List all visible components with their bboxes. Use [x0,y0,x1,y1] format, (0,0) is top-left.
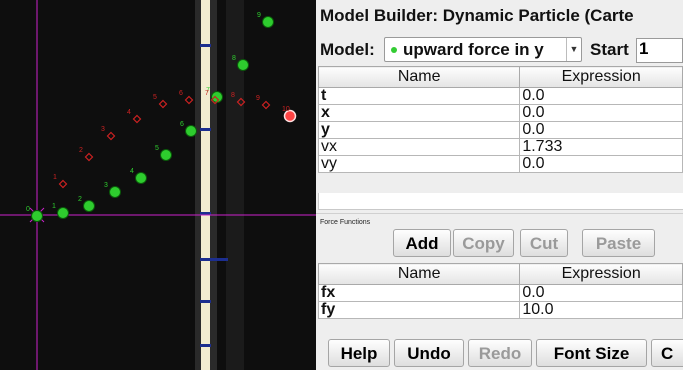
params-header-expression[interactable]: Expression [519,66,683,88]
track-point-label: 3 [104,182,108,189]
table-row[interactable]: vy 0.0 [317,155,683,173]
track-point-label: 1 [52,203,56,210]
param-name: vy [317,155,521,173]
param-expression[interactable]: 0.0 [519,121,683,139]
model-label: Model: [320,40,375,59]
model-point[interactable] [184,95,194,105]
start-frame-label: Start [590,40,629,59]
model-point[interactable] [58,179,68,189]
model-point-label: 4 [127,109,131,116]
model-point[interactable] [132,114,142,124]
table-row[interactable]: t 0.0 [317,87,683,105]
meter-tick [200,300,211,303]
undo-button[interactable]: Undo [394,339,464,367]
force-expression[interactable]: 10.0 [519,301,683,319]
copy-button[interactable]: Copy [453,229,514,257]
meter-tick [200,258,228,261]
table-row[interactable]: fx 0.0 [317,284,683,302]
param-expression[interactable]: 0.0 [519,104,683,122]
params-header-name[interactable]: Name [317,66,521,88]
model-dropdown-value: upward force in y [403,40,544,59]
track-point[interactable] [237,59,249,71]
model-point-label: 7 [205,90,209,97]
help-button[interactable]: Help [328,339,390,367]
model-builder-panel: Model Builder: Dynamic Particle (Carte M… [316,0,683,370]
param-name: y [317,121,521,139]
model-point[interactable] [106,131,116,141]
track-points[interactable]: 0 123456789123456 7 8 910 [26,12,297,222]
model-point-label: 2 [79,147,83,154]
model-point[interactable] [84,152,94,162]
model-point-label: 6 [179,90,183,97]
meter-tick [200,44,211,47]
paste-button[interactable]: Paste [582,229,655,257]
table-row[interactable]: vx 1.733 [317,138,683,156]
track-point[interactable] [109,186,121,198]
redo-button[interactable]: Redo [468,339,532,367]
params-empty-row [318,193,683,210]
track-point-label: 2 [78,196,82,203]
video-canvas[interactable]: 0 123456789123456 7 8 910 [0,0,316,370]
table-row[interactable]: x 0.0 [317,104,683,122]
track-point[interactable] [160,149,172,161]
model-color-dot-icon [391,47,397,53]
model-row: Model: upward force in y ▼ Start 1 [316,36,683,66]
track-point-label: 8 [232,55,236,62]
param-name: vx [317,138,521,156]
track-point[interactable] [57,207,69,219]
track-point[interactable] [262,16,274,28]
video-view[interactable]: 0 1 2 3 4 5 6 7 8 9 1 2 3 4 5 6 7 8 9 10 [0,0,316,370]
panel-title: Model Builder: Dynamic Particle (Carte [320,6,634,25]
parameters-table: Name Expression t 0.0 x 0.0 y 0.0 vx 1.733 v… [317,66,683,173]
table-row[interactable]: y 0.0 [317,121,683,139]
meter-tick [200,344,211,347]
param-name: x [317,104,521,122]
meter-stick-strip [201,0,210,370]
meter-tick [200,128,211,131]
forces-header-expression[interactable]: Expression [519,263,683,285]
track-point-label: 4 [130,168,134,175]
model-point-label: 8 [231,92,235,99]
track-point[interactable] [31,210,43,222]
force-expression[interactable]: 0.0 [519,284,683,302]
divider [316,213,683,214]
model-point[interactable] [158,99,168,109]
force-name: fx [317,284,521,302]
param-expression[interactable]: 0.0 [519,87,683,105]
force-functions-table: Name Expression fx 0.0 fy 10.0 [317,263,683,319]
track-point-label: 9 [257,12,261,19]
force-name: fy [317,301,521,319]
model-point[interactable] [261,100,271,110]
forces-header-name[interactable]: Name [317,263,521,285]
param-expression[interactable]: 1.733 [519,138,683,156]
start-frame-spinner[interactable]: 1 [636,38,683,63]
force-functions-label: Force Functions [320,219,371,226]
model-point-label: 10 [282,106,290,113]
param-expression[interactable]: 0.0 [519,155,683,173]
model-point-label: 1 [53,174,57,181]
model-point-label: 5 [153,94,157,101]
add-button[interactable]: Add [393,229,451,257]
start-frame-value: 1 [639,39,649,58]
table-row[interactable]: fy 10.0 [317,301,683,319]
model-dropdown[interactable]: upward force in y ▼ [384,37,582,62]
font-size-button[interactable]: Font Size [536,339,647,367]
track-point[interactable] [135,172,147,184]
chevron-down-icon[interactable]: ▼ [566,38,581,61]
track-point-label: 0 [26,206,30,213]
close-button[interactable]: C [651,339,683,367]
model-point-label: 9 [256,95,260,102]
param-name: t [317,87,521,105]
track-point-label: 5 [155,145,159,152]
cut-button[interactable]: Cut [520,229,568,257]
track-point-label: 6 [180,121,184,128]
track-point[interactable] [185,125,197,137]
track-point[interactable] [83,200,95,212]
model-point-label: 3 [101,126,105,133]
